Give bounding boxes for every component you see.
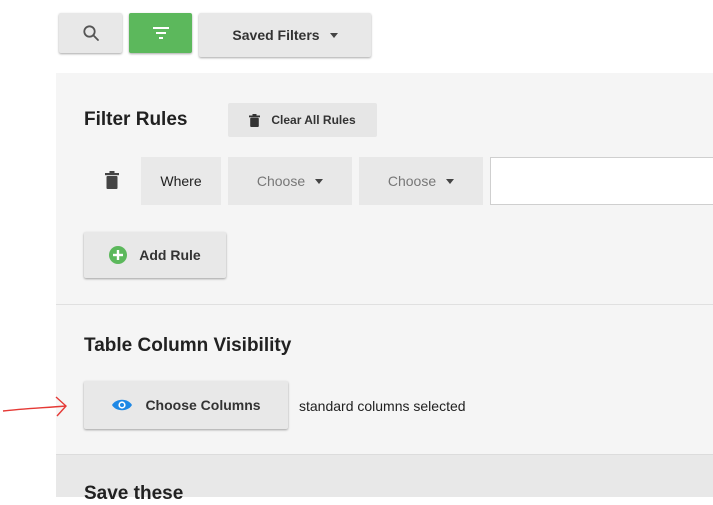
section-divider (56, 304, 713, 305)
clear-all-rules-label: Clear All Rules (271, 113, 356, 127)
chevron-down-icon (329, 32, 338, 38)
rule-field-select-value: Choose (256, 173, 306, 189)
filter-rules-title: Filter Rules (84, 109, 188, 130)
column-visibility-title: Table Column Visibility (84, 335, 292, 356)
choose-columns-button[interactable]: Choose Columns (84, 381, 288, 429)
save-section-title: Save these (84, 483, 184, 504)
clear-all-rules-button[interactable]: Clear All Rules (228, 103, 377, 137)
rule-where-label: Where (141, 157, 221, 205)
add-rule-button[interactable]: Add Rule (84, 232, 226, 278)
rule-operator-select[interactable]: Choose (359, 157, 483, 205)
search-icon (82, 25, 99, 41)
columns-status-text: standard columns selected (299, 398, 466, 414)
plus-circle-icon (109, 246, 128, 264)
rule-operator-select-value: Choose (387, 173, 437, 189)
add-rule-label: Add Rule (139, 247, 201, 263)
saved-filters-dropdown[interactable]: Saved Filters (199, 13, 371, 57)
search-button[interactable] (59, 13, 122, 53)
choose-columns-label: Choose Columns (145, 397, 261, 413)
delete-rule-icon[interactable] (105, 171, 119, 189)
rule-value-input[interactable] (490, 157, 713, 205)
annotation-arrow-icon (2, 396, 67, 417)
filter-icon (152, 27, 169, 39)
trash-icon (249, 113, 261, 127)
chevron-down-icon (446, 178, 455, 184)
chevron-down-icon (315, 178, 324, 184)
saved-filters-label: Saved Filters (232, 27, 320, 43)
eye-icon (112, 399, 133, 411)
filter-panel: Filter Rules Clear All Rules Where Choos… (56, 73, 713, 504)
filter-toggle-button[interactable] (129, 13, 192, 53)
rule-field-select[interactable]: Choose (228, 157, 352, 205)
